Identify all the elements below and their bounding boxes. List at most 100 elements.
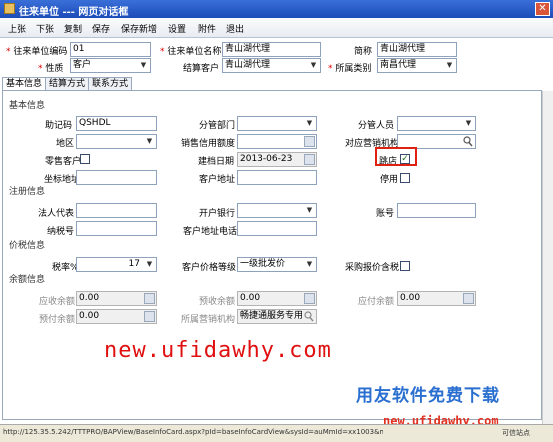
date-field[interactable]: 2013-06-23 — [237, 152, 317, 167]
title-bar: 往来单位 --- 网页对话框 ✕ — [0, 0, 553, 18]
bank-label: 开户银行 — [199, 209, 236, 219]
save-new-button[interactable]: 保存新增 — [121, 22, 157, 35]
status-bar: http://125.35.5.242/TTTPRO/BAPView/BaseI… — [0, 424, 553, 442]
chevron-down-icon[interactable]: ▼ — [308, 60, 319, 71]
credit-label: 销售信用额度 — [181, 139, 236, 149]
next-button[interactable]: 下张 — [36, 22, 54, 35]
chevron-down-icon[interactable]: ▼ — [463, 118, 474, 129]
attachment-button[interactable]: 附件 — [198, 22, 216, 35]
header-fields: * 往来单位编码 01 * 往来单位名称 青山湖代理 简称 青山湖代理 * 性质… — [0, 38, 553, 76]
recv-field: 0.00 — [76, 291, 157, 306]
org-balance-field: 畅捷通服务专用 — [237, 309, 317, 324]
search-icon — [304, 311, 314, 322]
staff-label: 分管人员 — [358, 121, 395, 131]
date-label: 建档日期 — [198, 157, 235, 167]
tab-contact[interactable]: 联系方式 — [88, 77, 133, 91]
calculator-icon — [463, 293, 474, 304]
mnemonic-label: 助记码 — [45, 121, 73, 131]
highlight-box — [375, 147, 417, 166]
coords-label: 坐标地址 — [44, 175, 81, 185]
prerecv-label: 预收余额 — [199, 297, 236, 307]
calculator-icon[interactable] — [304, 136, 315, 147]
copy-button[interactable]: 复制 — [64, 22, 82, 35]
calculator-icon — [144, 311, 155, 322]
category-label: * 所属类别 — [328, 64, 372, 74]
addr-label: 客户地址 — [199, 175, 236, 185]
prepay-field: 0.00 — [76, 309, 157, 324]
short-field[interactable]: 青山湖代理 — [377, 42, 457, 57]
watermark-url: new.ufidawhy.com — [104, 338, 332, 363]
bank-select[interactable]: ▼ — [237, 203, 317, 218]
code-field[interactable]: 01 — [70, 42, 151, 57]
disabled-label: 停用 — [380, 175, 399, 185]
tax-field[interactable] — [76, 221, 157, 236]
chevron-down-icon[interactable]: ▼ — [138, 60, 149, 71]
name-field[interactable]: 青山湖代理 — [222, 42, 321, 57]
rate-label: 税率% — [52, 263, 79, 273]
prerecv-field: 0.00 — [237, 291, 317, 306]
chevron-down-icon[interactable]: ▼ — [304, 205, 315, 216]
tab-basic[interactable]: 基本信息 — [2, 77, 47, 91]
legal-label: 法人代表 — [38, 209, 75, 219]
search-icon[interactable] — [463, 136, 473, 147]
section-register: 注册信息 — [9, 187, 46, 197]
staff-select[interactable]: ▼ — [397, 116, 476, 131]
exit-button[interactable]: 退出 — [226, 22, 244, 35]
org-balance-label: 所属营销机构 — [181, 315, 236, 325]
section-balance: 余额信息 — [9, 275, 46, 285]
disabled-checkbox[interactable] — [400, 173, 410, 183]
level-label: 客户价格等级 — [182, 263, 237, 273]
retail-checkbox[interactable] — [80, 154, 90, 164]
calculator-icon — [144, 293, 155, 304]
section-price: 价税信息 — [9, 241, 46, 251]
settings-button[interactable]: 设置 — [168, 22, 186, 35]
phone-label: 客户地址电话 — [183, 227, 238, 237]
rate-select[interactable]: 17 ▼ — [76, 257, 157, 272]
region-select[interactable]: ▼ — [76, 134, 157, 149]
chevron-down-icon[interactable]: ▼ — [304, 259, 315, 270]
pay-label: 应付余额 — [358, 297, 395, 307]
section-basic: 基本信息 — [9, 101, 46, 111]
chevron-down-icon[interactable]: ▼ — [304, 118, 315, 129]
status-zone: 可信站点 — [502, 429, 530, 437]
account-label: 账号 — [376, 209, 395, 219]
settle-select[interactable]: 青山湖代理 ▼ — [222, 58, 321, 73]
addr-field[interactable] — [237, 170, 317, 185]
chevron-down-icon[interactable]: ▼ — [144, 136, 155, 147]
close-button[interactable]: ✕ — [535, 2, 550, 16]
purchase-checkbox[interactable] — [400, 261, 410, 271]
chevron-down-icon[interactable]: ▼ — [444, 60, 455, 71]
window-title: 往来单位 --- 网页对话框 — [19, 7, 129, 18]
pay-field: 0.00 — [397, 291, 476, 306]
save-button[interactable]: 保存 — [92, 22, 110, 35]
chevron-down-icon[interactable]: ▼ — [144, 259, 155, 270]
mnemonic-field[interactable]: QSHDL — [76, 116, 157, 131]
account-field[interactable] — [397, 203, 476, 218]
level-select[interactable]: 一级批发价 ▼ — [237, 257, 317, 272]
calculator-icon — [304, 293, 315, 304]
short-label: 简称 — [354, 47, 373, 57]
dept-select[interactable]: ▼ — [237, 116, 317, 131]
nature-label: * 性质 — [38, 64, 64, 74]
retail-label: 零售客户 — [45, 157, 82, 167]
code-label: * 往来单位编码 — [6, 47, 68, 57]
settle-label: 结算客户 — [183, 64, 220, 74]
recv-label: 应收余额 — [39, 297, 76, 307]
calendar-icon[interactable] — [304, 154, 315, 165]
tax-label: 纳税号 — [47, 227, 75, 237]
prev-button[interactable]: 上张 — [8, 22, 26, 35]
category-select[interactable]: 南昌代理 ▼ — [377, 58, 457, 73]
tab-settlement[interactable]: 结算方式 — [45, 77, 90, 91]
credit-field[interactable] — [237, 134, 317, 149]
scrollbar[interactable] — [542, 91, 553, 424]
region-label: 地区 — [56, 139, 75, 149]
toolbar: 上张 下张 复制 保存 保存新增 设置 附件 退出 — [0, 18, 553, 38]
coords-field[interactable] — [76, 170, 157, 185]
purchase-label: 采购报价含税 — [345, 263, 400, 273]
window-icon — [4, 3, 15, 14]
dept-label: 分管部门 — [199, 121, 236, 131]
legal-field[interactable] — [76, 203, 157, 218]
nature-select[interactable]: 客户 ▼ — [70, 58, 151, 73]
phone-field[interactable] — [237, 221, 317, 236]
prepay-label: 预付余额 — [39, 315, 76, 325]
